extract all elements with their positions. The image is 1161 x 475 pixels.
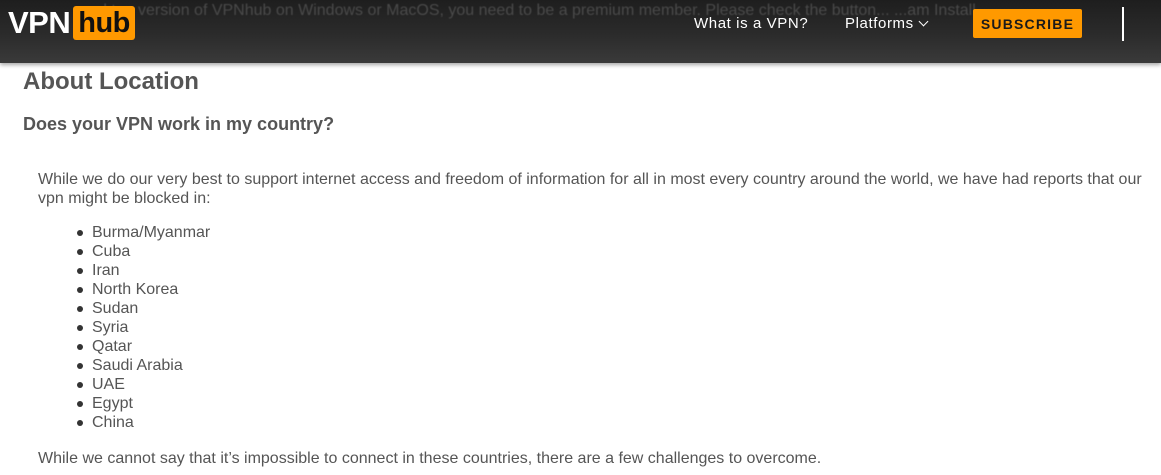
outro-paragraph: While we cannot say that it’s impossible… xyxy=(38,450,822,467)
intro-paragraph: While we do our very best to support int… xyxy=(38,171,1142,207)
list-item: Cuba xyxy=(76,242,210,261)
list-item: Saudi Arabia xyxy=(76,356,210,375)
page-title: About Location xyxy=(23,68,199,95)
menu-divider xyxy=(1122,7,1124,41)
list-item: China xyxy=(76,413,210,432)
site-header: ...ktop version of VPNhub on Windows or … xyxy=(0,0,1161,63)
blocked-countries-list: Burma/Myanmar Cuba Iran North Korea Suda… xyxy=(38,223,210,432)
list-item: Qatar xyxy=(76,337,210,356)
nav-what-is-vpn-link[interactable]: What is a VPN? xyxy=(694,15,808,33)
obscured-banner-text: ...ktop version of VPNhub on Windows or … xyxy=(90,2,976,19)
list-item: Syria xyxy=(76,318,210,337)
logo-hub-badge: hub xyxy=(73,6,135,40)
list-item: UAE xyxy=(76,375,210,394)
nav-platforms-label: Platforms xyxy=(845,15,914,32)
logo-vpn-text: VPN xyxy=(8,5,71,40)
faq-question: Does your VPN work in my country? xyxy=(23,114,335,134)
subscribe-button[interactable]: SUBSCRIBE xyxy=(973,9,1082,38)
list-item: Burma/Myanmar xyxy=(76,224,211,241)
list-item: Sudan xyxy=(76,299,210,318)
list-item: Iran xyxy=(76,261,210,280)
list-item: North Korea xyxy=(76,280,210,299)
chevron-down-icon xyxy=(918,16,929,27)
page: ...ktop version of VPNhub on Windows or … xyxy=(0,0,1161,475)
nav-platforms-dropdown[interactable]: Platforms xyxy=(845,15,929,33)
list-item: Egypt xyxy=(76,394,210,413)
vpnhub-logo[interactable]: VPN hub xyxy=(8,6,135,40)
